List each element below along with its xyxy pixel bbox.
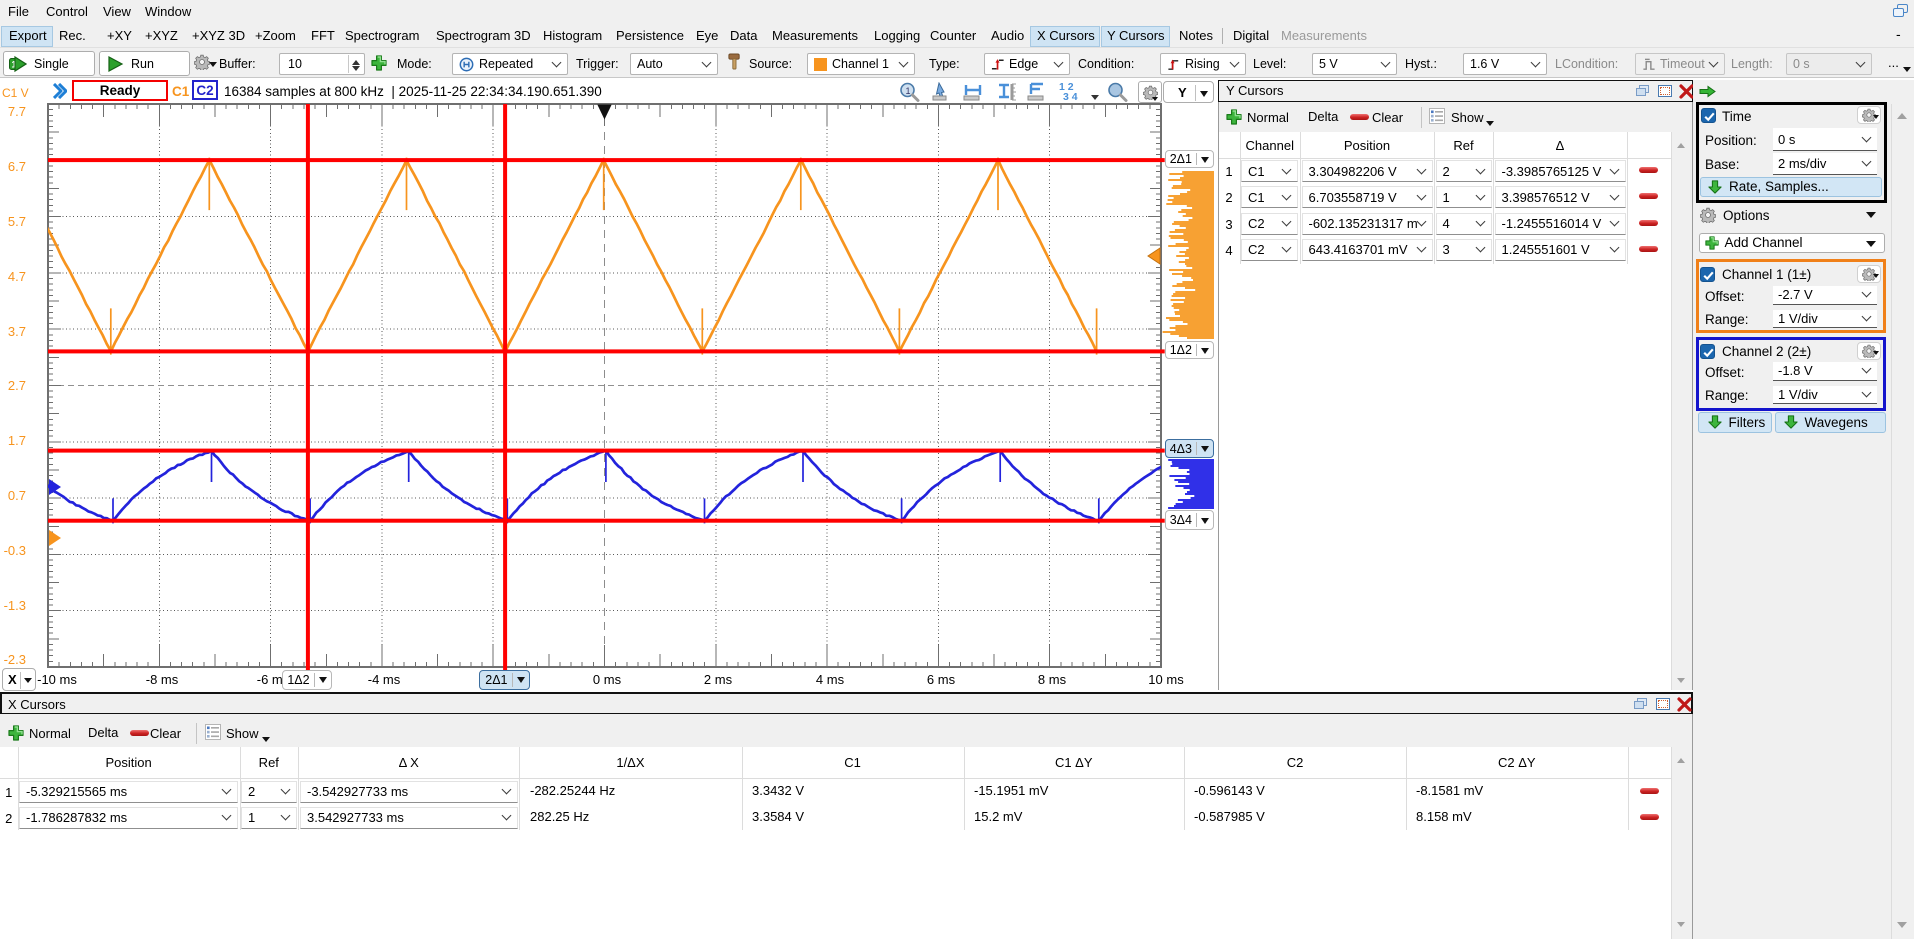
svg-text:4 ms: 4 ms bbox=[816, 672, 845, 687]
svg-text:-10 ms: -10 ms bbox=[37, 672, 77, 687]
svg-text:-4 ms: -4 ms bbox=[368, 672, 401, 687]
svg-text:0.7: 0.7 bbox=[8, 488, 26, 503]
svg-text:-2.3: -2.3 bbox=[4, 652, 26, 667]
svg-text:3.7: 3.7 bbox=[8, 324, 26, 339]
svg-text:2 ms: 2 ms bbox=[704, 672, 733, 687]
svg-text:0 ms: 0 ms bbox=[593, 672, 622, 687]
svg-text:7.7: 7.7 bbox=[8, 104, 26, 119]
svg-text:10 ms: 10 ms bbox=[1148, 672, 1184, 687]
svg-text:8 ms: 8 ms bbox=[1038, 672, 1067, 687]
svg-text:1.7: 1.7 bbox=[8, 433, 26, 448]
svg-text:-8 ms: -8 ms bbox=[146, 672, 179, 687]
svg-text:-1.3: -1.3 bbox=[4, 598, 26, 613]
svg-text:2.7: 2.7 bbox=[8, 378, 26, 393]
svg-text:4.7: 4.7 bbox=[8, 269, 26, 284]
svg-text:5.7: 5.7 bbox=[8, 214, 26, 229]
svg-text:6.7: 6.7 bbox=[8, 159, 26, 174]
svg-text:6 ms: 6 ms bbox=[927, 672, 956, 687]
svg-text:-0.3: -0.3 bbox=[4, 543, 26, 558]
